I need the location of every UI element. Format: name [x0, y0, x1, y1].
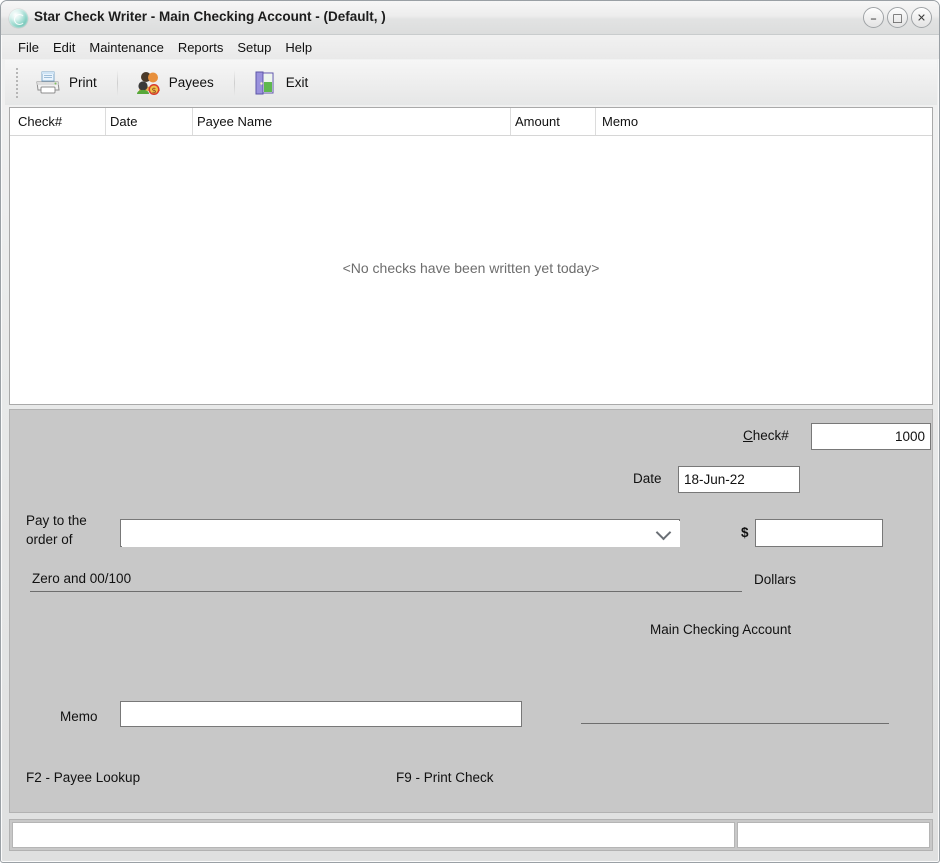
- menu-item-setup[interactable]: Setup: [230, 38, 278, 57]
- menu-item-reports[interactable]: Reports: [171, 38, 231, 57]
- column-header-payee-name[interactable]: Payee Name: [197, 114, 272, 129]
- column-divider-1[interactable]: [105, 108, 106, 135]
- toolbar: Print $ Payees Exit: [5, 60, 937, 105]
- dollars-label: Dollars: [754, 572, 797, 587]
- payee-combobox[interactable]: [120, 519, 680, 547]
- exit-button[interactable]: Exit: [242, 64, 318, 102]
- check-number-accelerator: C: [743, 428, 753, 443]
- maximize-icon: □: [892, 11, 903, 24]
- payees-button-label: Payees: [168, 75, 214, 90]
- amount-input[interactable]: [755, 519, 883, 547]
- date-input[interactable]: [678, 466, 800, 493]
- column-header-check-number[interactable]: Check#: [18, 114, 62, 129]
- account-name-label: Main Checking Account: [650, 622, 792, 637]
- signature-line: [581, 723, 889, 724]
- column-divider-3[interactable]: [510, 108, 511, 135]
- column-divider-4[interactable]: [595, 108, 596, 135]
- close-icon: ✕: [916, 11, 927, 24]
- printer-icon: [34, 69, 62, 97]
- hint-payee-lookup: F2 - Payee Lookup: [26, 770, 141, 785]
- column-header-amount[interactable]: Amount: [515, 114, 560, 129]
- svg-text:$: $: [151, 86, 156, 95]
- minimize-icon: –: [870, 11, 877, 27]
- application-window: Star Check Writer - Main Checking Accoun…: [0, 0, 940, 863]
- hint-print-check: F9 - Print Check: [396, 770, 494, 785]
- written-amount-line: [30, 591, 742, 592]
- date-label: Date: [633, 471, 662, 486]
- menu-item-maintenance[interactable]: Maintenance: [82, 38, 170, 57]
- memo-input[interactable]: [120, 701, 522, 727]
- written-amount-text: Zero and 00/100: [32, 571, 132, 586]
- menu-item-help[interactable]: Help: [278, 38, 319, 57]
- print-button-label: Print: [69, 75, 97, 90]
- memo-label: Memo: [60, 709, 98, 724]
- menu-bar: File Edit Maintenance Reports Setup Help: [2, 35, 939, 59]
- exit-door-icon: [251, 69, 279, 97]
- menu-item-edit[interactable]: Edit: [46, 38, 82, 57]
- check-number-label: Check#: [743, 428, 789, 443]
- menu-item-file[interactable]: File: [11, 38, 46, 57]
- check-entry-form: Check# Date Pay to the order of $ Zero a…: [9, 409, 933, 813]
- toolbar-grip[interactable]: [16, 67, 18, 98]
- column-header-date[interactable]: Date: [110, 114, 137, 129]
- column-divider-2[interactable]: [192, 108, 193, 135]
- pay-to-order-label-line2: order of: [26, 532, 73, 547]
- empty-list-message: <No checks have been written yet today>: [342, 260, 600, 276]
- maximize-button[interactable]: □: [887, 7, 908, 28]
- status-bar-side-panel: [737, 822, 930, 848]
- status-bar-main-panel: [12, 822, 735, 848]
- check-number-input[interactable]: [811, 423, 931, 450]
- column-header-memo[interactable]: Memo: [602, 114, 638, 129]
- cd-disc-icon: [9, 9, 28, 28]
- payees-people-icon: $: [134, 69, 162, 97]
- payee-input[interactable]: [122, 521, 680, 547]
- pay-to-order-label-line1: Pay to the: [26, 513, 87, 528]
- exit-button-label: Exit: [285, 75, 309, 90]
- payees-button[interactable]: $ Payees: [125, 64, 223, 102]
- toolbar-separator: [117, 66, 118, 100]
- title-bar: Star Check Writer - Main Checking Accoun…: [1, 1, 939, 35]
- minimize-button[interactable]: –: [863, 7, 884, 28]
- print-button[interactable]: Print: [25, 64, 106, 102]
- status-bar: [9, 819, 933, 851]
- dollar-sign-label: $: [741, 525, 749, 540]
- window-controls: – □ ✕: [863, 7, 932, 28]
- checks-list-header: Check# Date Payee Name Amount Memo: [10, 108, 932, 136]
- toolbar-separator-2: [234, 66, 235, 100]
- close-button[interactable]: ✕: [911, 7, 932, 28]
- window-title: Star Check Writer - Main Checking Accoun…: [34, 9, 386, 24]
- check-number-label-rest: heck#: [752, 428, 789, 443]
- checks-list-panel: Check# Date Payee Name Amount Memo <No c…: [9, 107, 933, 405]
